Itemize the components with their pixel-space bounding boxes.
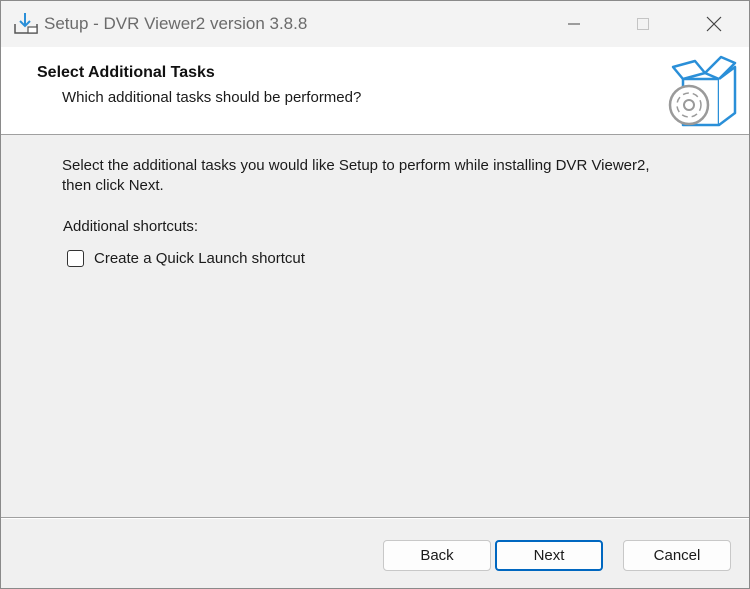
- cancel-button[interactable]: Cancel: [623, 540, 731, 571]
- title-bar[interactable]: Setup - DVR Viewer2 version 3.8.8: [1, 1, 749, 47]
- minimize-button[interactable]: [539, 1, 609, 47]
- footer-divider: [1, 517, 749, 519]
- setup-window: Setup - DVR Viewer2 version 3.8.8 Select…: [0, 0, 750, 589]
- maximize-icon: [637, 18, 649, 30]
- wizard-header: Select Additional Tasks Which additional…: [1, 47, 749, 135]
- maximize-button[interactable]: [608, 1, 678, 47]
- quick-launch-option[interactable]: Create a Quick Launch shortcut: [67, 250, 305, 267]
- page-subtitle: Which additional tasks should be perform…: [62, 89, 362, 106]
- page-title: Select Additional Tasks: [37, 64, 215, 81]
- quick-launch-checkbox[interactable]: [67, 250, 84, 267]
- task-description: Select the additional tasks you would li…: [62, 157, 650, 194]
- software-box-disc-icon: [665, 53, 739, 129]
- back-button[interactable]: Back: [383, 540, 491, 571]
- quick-launch-label[interactable]: Create a Quick Launch shortcut: [94, 250, 305, 267]
- next-button[interactable]: Next: [495, 540, 603, 571]
- minimize-icon: [568, 23, 580, 25]
- window-title: Setup - DVR Viewer2 version 3.8.8: [44, 14, 308, 33]
- setup-download-icon: [13, 12, 39, 36]
- additional-shortcuts-label: Additional shortcuts:: [63, 218, 199, 235]
- close-button[interactable]: [679, 1, 749, 47]
- close-icon: [706, 16, 722, 32]
